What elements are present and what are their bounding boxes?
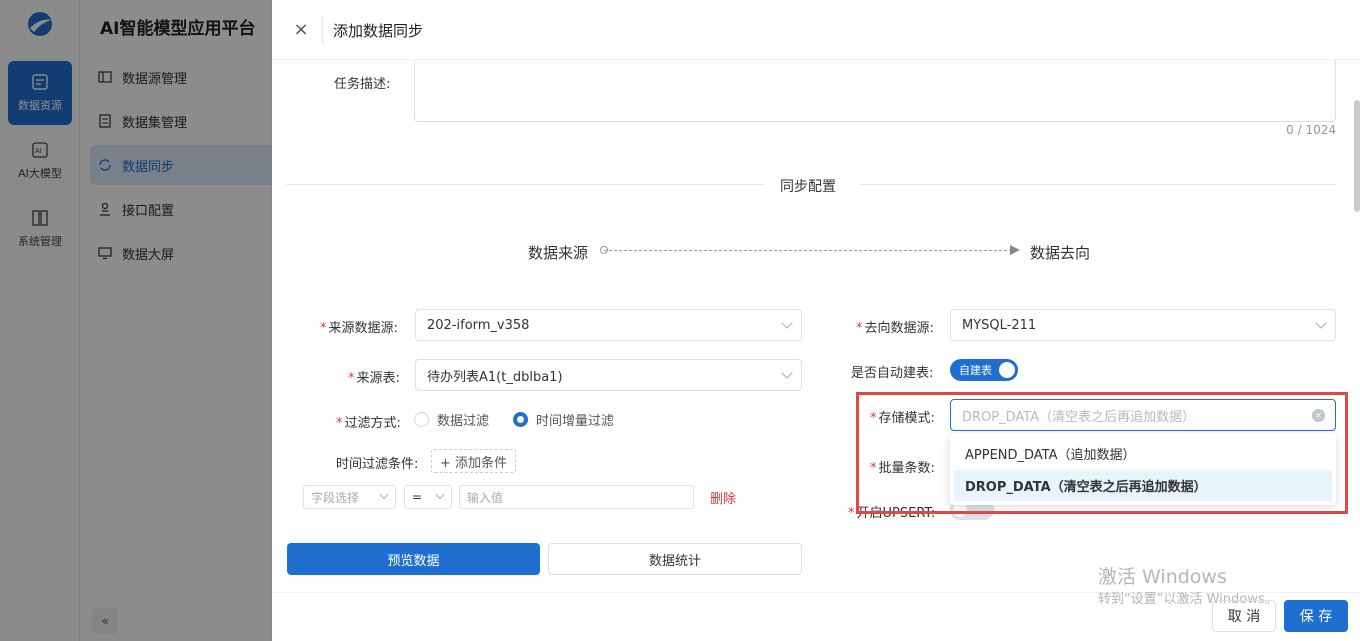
- drawer-title: 添加数据同步: [333, 22, 424, 40]
- scrollbar-thumb[interactable]: [1354, 100, 1360, 212]
- close-icon[interactable]: ×: [290, 18, 312, 40]
- radio-circle: [414, 412, 429, 427]
- preview-data-button[interactable]: 预览数据: [287, 543, 540, 575]
- auto-create-label: 是否自动建表:: [851, 366, 934, 381]
- label-text: 来源表:: [356, 371, 400, 386]
- header-divider: [322, 16, 323, 44]
- delete-condition-link[interactable]: 删除: [710, 488, 736, 507]
- label-text: 来源数据源:: [328, 321, 398, 336]
- flow-source-label: 数据来源: [528, 244, 589, 262]
- save-button[interactable]: 保 存: [1284, 600, 1348, 632]
- task-desc-label: 任务描述:: [334, 77, 391, 92]
- select-value: =: [412, 490, 423, 504]
- flow-target-label: 数据去向: [1030, 244, 1091, 262]
- section-title: 同步配置: [780, 179, 836, 195]
- required-mark: *: [348, 371, 355, 386]
- label-text: 去向数据源:: [864, 321, 934, 336]
- required-mark: *: [320, 321, 327, 336]
- field-select[interactable]: 字段选择: [303, 485, 396, 509]
- chevron-down-icon: [781, 367, 793, 379]
- filter-mode-label: * 过滤方式:: [336, 412, 401, 431]
- source-table-label: * 来源表:: [348, 367, 400, 386]
- source-datasource-label: * 来源数据源:: [320, 317, 398, 336]
- radio-time-filter[interactable]: 时间增量过滤: [513, 410, 614, 429]
- add-condition-button[interactable]: + 添加条件: [431, 449, 517, 473]
- required-mark: *: [336, 416, 343, 431]
- select-value: 待办列表A1(t_dblba1): [427, 369, 563, 385]
- app-root: 数据资源 AI AI大模型 系统管理 AI智能模型应用平台 数据源管理 数据集管…: [0, 0, 1360, 641]
- data-stats-button[interactable]: 数据统计: [548, 543, 802, 575]
- select-value: 202-iform_v358: [427, 317, 530, 333]
- cancel-button[interactable]: 取 消: [1212, 600, 1276, 632]
- arrow-right-icon: [1010, 245, 1020, 255]
- source-table-select[interactable]: 待办列表A1(t_dblba1): [415, 359, 802, 391]
- chevron-down-icon: [1315, 317, 1327, 329]
- switch-label: 自建表: [959, 364, 992, 377]
- flow-dashed-line: [604, 250, 1012, 251]
- select-value: MYSQL-211: [962, 317, 1037, 333]
- radio-label: 时间增量过滤: [536, 414, 615, 429]
- drawer-header: × 添加数据同步: [272, 0, 1360, 60]
- label-text: 过滤方式:: [344, 416, 401, 431]
- required-mark: *: [848, 506, 855, 521]
- annotation-highlight-box: [856, 392, 1348, 514]
- select-placeholder: 字段选择: [311, 490, 360, 505]
- task-desc-textarea[interactable]: [414, 60, 1336, 122]
- radio-data-filter[interactable]: 数据过滤: [414, 410, 489, 429]
- chevron-down-icon: [781, 317, 793, 329]
- operator-select[interactable]: =: [404, 485, 452, 509]
- chevron-down-icon: [435, 490, 445, 500]
- radio-circle: [513, 412, 529, 427]
- auto-create-switch[interactable]: 自建表: [950, 359, 1018, 381]
- value-input[interactable]: 输入值: [459, 485, 694, 509]
- add-sync-drawer: × 添加数据同步 任务描述: 0 / 1024 同步配置 数据来源 数据去向 *…: [272, 0, 1360, 641]
- required-mark: *: [856, 321, 863, 336]
- input-placeholder: 输入值: [467, 490, 504, 505]
- filter-mode-radio-group: 数据过滤 时间增量过滤: [414, 410, 614, 429]
- section-divider-left: [286, 184, 764, 185]
- radio-label: 数据过滤: [437, 414, 490, 429]
- time-cond-label: 时间过滤条件:: [336, 457, 419, 472]
- section-divider-right: [860, 184, 1337, 185]
- target-datasource-label: * 去向数据源:: [856, 317, 934, 336]
- char-counter: 0 / 1024: [1286, 123, 1336, 137]
- windows-activation-title: 激活 Windows: [1098, 566, 1227, 588]
- target-datasource-select[interactable]: MYSQL-211: [950, 309, 1336, 341]
- chevron-down-icon: [379, 490, 389, 500]
- source-datasource-select[interactable]: 202-iform_v358: [415, 309, 802, 341]
- switch-knob: [999, 362, 1015, 378]
